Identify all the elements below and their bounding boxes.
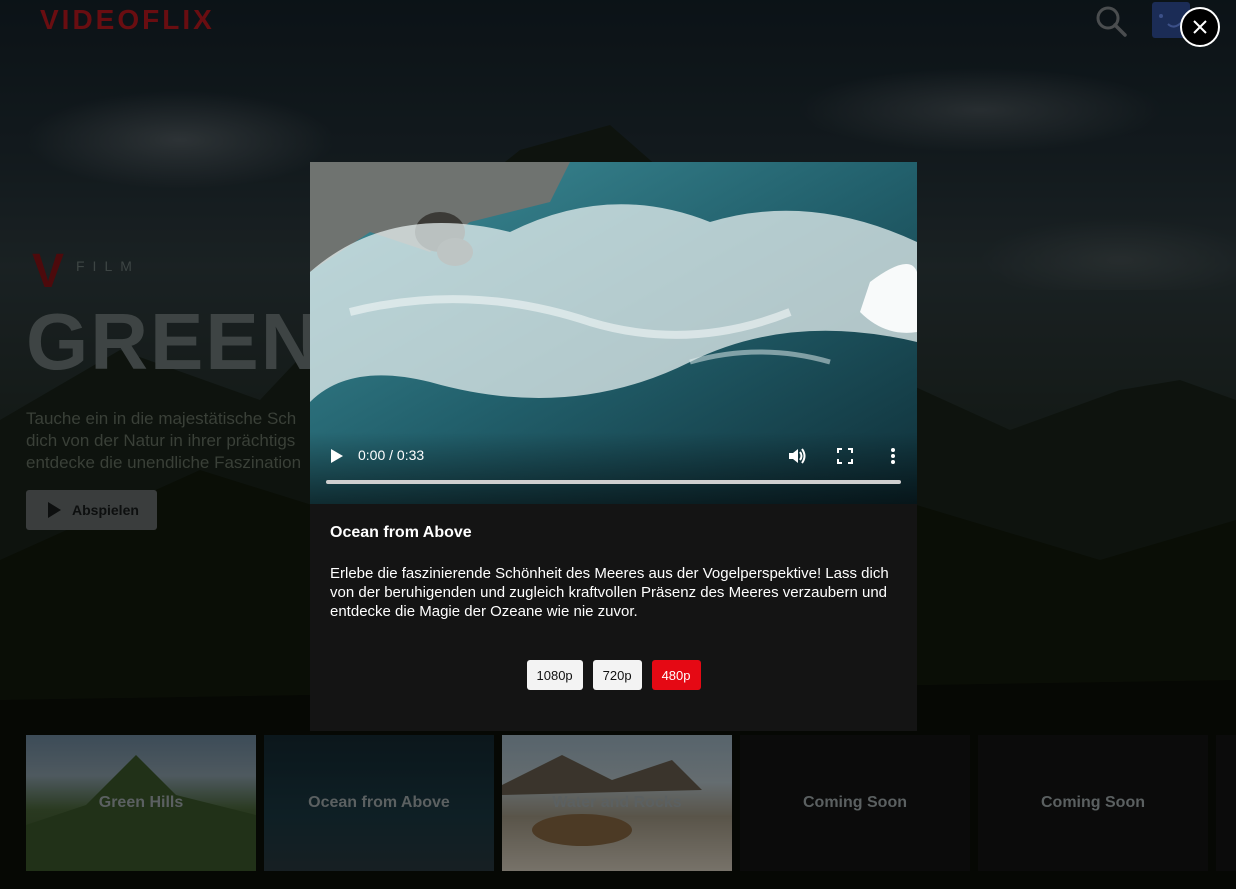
close-modal-button[interactable] — [1180, 7, 1220, 47]
hero-title: GREEN — [26, 297, 321, 386]
app-root: VIDEOFLIX V FILM GREEN Tauche ein in die… — [0, 0, 1236, 889]
thumbnail-label: Coming Soon — [803, 794, 907, 811]
quality-button-480p[interactable]: 480p — [651, 660, 701, 690]
thumbnail-card[interactable]: Coming Soon — [740, 735, 970, 871]
video-modal: 0:00 / 0:33 Ocean from Above Erlebe die … — [310, 162, 917, 731]
search-icon[interactable] — [1094, 4, 1128, 38]
thumbnail-label: Ocean from Above — [308, 794, 450, 811]
hero-description-line: Tauche ein in die majestätische Sch — [26, 409, 297, 428]
thumbnail-card[interactable]: Ocean from Above — [264, 735, 494, 871]
quality-selector: 1080p 720p 480p — [310, 660, 917, 690]
fullscreen-icon[interactable] — [835, 446, 855, 466]
thumbnail-card-partial[interactable] — [1216, 735, 1236, 871]
hero-badge-letter: V — [32, 245, 65, 298]
thumbnail-label: Water and Rocks — [552, 794, 682, 811]
hero-play-label: Abspielen — [72, 502, 139, 518]
video-controls-gradient — [310, 432, 917, 504]
thumbnail-label: Green Hills — [98, 794, 184, 811]
hero-play-button[interactable]: Abspielen — [26, 490, 157, 530]
more-options-icon[interactable] — [883, 446, 903, 466]
thumbnail-card[interactable]: Green Hills — [26, 735, 256, 871]
hero-description: Tauche ein in die majestätische Sch dich… — [26, 408, 316, 474]
quality-button-1080p[interactable]: 1080p — [526, 660, 583, 690]
thumbnail-card[interactable]: Coming Soon — [978, 735, 1208, 871]
hero-description-line: dich von der Natur in ihrer prächtigs — [26, 431, 296, 450]
play-icon — [48, 502, 61, 518]
thumbnail-row: Green Hills Ocean from Above Water and R… — [26, 735, 1236, 871]
videoflix-logo[interactable]: VIDEOFLIX — [40, 4, 215, 36]
hero-description-line: entdecke die unendliche Faszination — [26, 453, 302, 472]
close-icon — [1193, 20, 1207, 34]
thumbnail-card[interactable]: Water and Rocks — [502, 735, 732, 871]
volume-icon[interactable] — [787, 446, 807, 466]
play-icon[interactable] — [326, 446, 346, 466]
modal-description: Erlebe die faszinierende Schönheit des M… — [330, 565, 889, 620]
hero-kind-label: FILM — [76, 258, 140, 274]
thumbnail-label: Coming Soon — [1041, 794, 1145, 811]
modal-title: Ocean from Above — [330, 524, 472, 541]
video-time: 0:00 / 0:33 — [358, 447, 425, 463]
quality-button-720p[interactable]: 720p — [592, 660, 642, 690]
video-player[interactable]: 0:00 / 0:33 — [310, 162, 917, 504]
video-progress-bar[interactable] — [326, 480, 901, 484]
